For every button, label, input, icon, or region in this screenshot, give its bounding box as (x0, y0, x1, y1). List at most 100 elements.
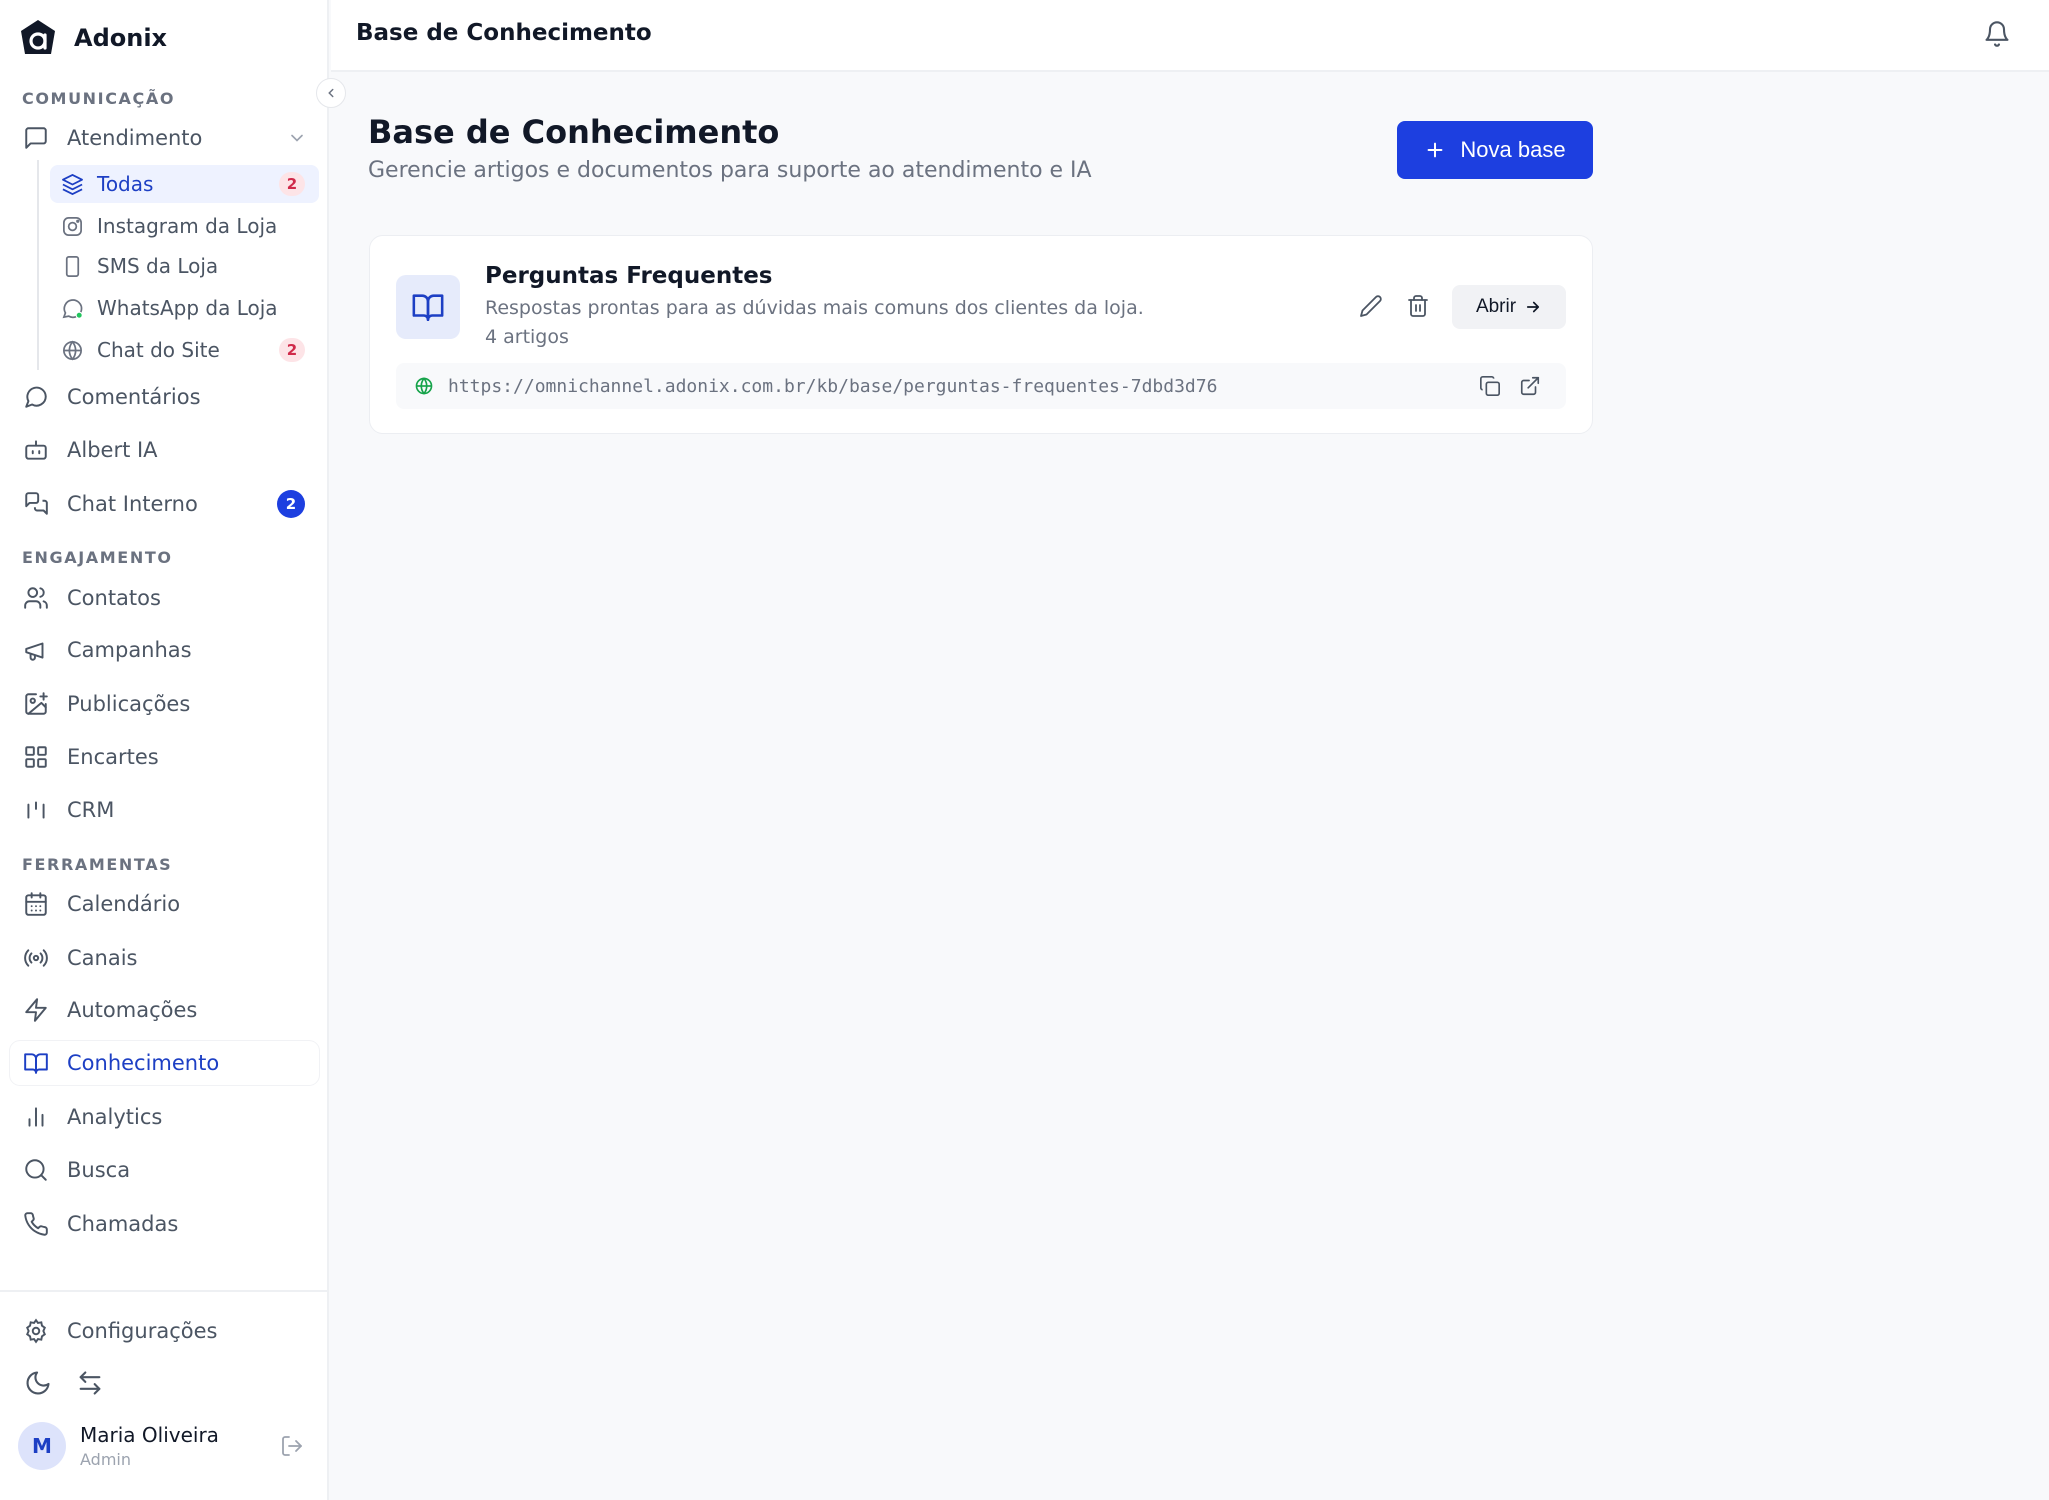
sidebar-item-label: Conhecimento (67, 1051, 220, 1075)
sidebar-item-label: Contatos (67, 586, 161, 610)
sidebar-item-contatos[interactable]: Contatos (10, 576, 319, 620)
sidebar-item-label: Albert IA (67, 438, 158, 462)
sidebar-subitem-label: Instagram da Loja (97, 214, 278, 238)
new-base-label: Nova base (1460, 137, 1566, 162)
copy-icon[interactable] (1479, 375, 1501, 397)
plus-icon (1427, 142, 1443, 158)
sidebar-item-busca[interactable]: Busca (10, 1148, 319, 1192)
sidebar-item-label: Busca (67, 1158, 131, 1182)
sidebar-item-atendimento[interactable]: Atendimento (10, 116, 319, 160)
user-role: Admin (80, 1450, 131, 1469)
top-bar: Base de Conhecimento (331, 0, 2049, 72)
sidebar-item-label: Comentários (67, 385, 201, 409)
public-url-text[interactable]: https://omnichannel.adonix.com.br/kb/bas… (448, 376, 1217, 397)
sidebar-item-label: Canais (67, 946, 138, 970)
grid-icon (25, 746, 47, 768)
globe-icon (415, 377, 433, 395)
user-name: Maria Oliveira (80, 1423, 219, 1447)
pencil-icon (1360, 295, 1382, 317)
logout-icon[interactable] (280, 1434, 304, 1458)
calendar-icon (25, 892, 47, 916)
sidebar-divider (0, 1290, 329, 1292)
header-title: Base de Conhecimento (356, 20, 652, 46)
sidebar-subitem-whatsapp[interactable]: WhatsApp da Loja (50, 289, 319, 327)
sidebar-item-label: Atendimento (67, 126, 203, 150)
sidebar-item-albert-ia[interactable]: Albert IA (10, 428, 319, 472)
sidebar-subitem-label: WhatsApp da Loja (97, 296, 278, 320)
sidebar-item-automacoes[interactable]: Automações (10, 988, 319, 1032)
sidebar-subitem-instagram[interactable]: Instagram da Loja (50, 207, 319, 245)
sidebar-subitem-label: Todas (97, 172, 154, 196)
sidebar-item-label: Campanhas (67, 638, 192, 662)
brand[interactable]: Adonix (18, 18, 167, 58)
zap-icon (25, 998, 47, 1022)
chevron-down-icon[interactable] (287, 128, 307, 148)
section-label-comunicacao: COMUNICAÇÃO (22, 89, 176, 108)
unread-badge: 2 (279, 172, 305, 196)
sidebar-item-conhecimento[interactable]: Conhecimento (10, 1041, 319, 1085)
gear-icon (26, 1318, 46, 1344)
image-plus-icon (25, 692, 48, 715)
section-label-ferramentas: FERRAMENTAS (22, 855, 173, 874)
sidebar-item-label: Analytics (67, 1105, 163, 1129)
whatsapp-icon (62, 298, 83, 319)
bar-chart-icon (28, 1107, 44, 1127)
adonix-logo-icon (21, 20, 55, 54)
sidebar-item-configuracoes[interactable]: Configurações (10, 1309, 319, 1353)
messages-square-icon (25, 492, 48, 515)
sidebar-item-label: Calendário (67, 892, 181, 916)
megaphone-icon (25, 642, 44, 661)
base-title: Perguntas Frequentes (485, 263, 773, 289)
section-label-engajamento: ENGAJAMENTO (22, 548, 173, 567)
subnav-guide-line (37, 160, 39, 370)
sidebar-item-campanhas[interactable]: Campanhas (10, 628, 319, 672)
sidebar-item-label: Encartes (67, 745, 159, 769)
sidebar-item-label: Publicações (67, 692, 191, 716)
sidebar-item-label: Chat Interno (67, 492, 198, 516)
moon-icon[interactable] (24, 1369, 52, 1397)
avatar: M (18, 1422, 66, 1470)
kanban-icon (27, 801, 45, 819)
sidebar-subitem-sms[interactable]: SMS da Loja (50, 247, 319, 285)
knowledge-base-card: Perguntas Frequentes Respostas prontas p… (369, 235, 1593, 434)
open-label: Abrir (1475, 296, 1517, 317)
base-description: Respostas prontas para as dúvidas mais c… (485, 297, 1144, 319)
delete-button[interactable] (1403, 291, 1433, 321)
book-open-icon (24, 1053, 48, 1074)
page-title: Base de Conhecimento (368, 113, 780, 151)
users-icon (24, 587, 48, 609)
bell-icon[interactable] (1983, 20, 2011, 48)
arrow-right-icon (1526, 301, 1540, 313)
sidebar-item-chat-interno[interactable]: Chat Interno 2 (10, 482, 319, 526)
unread-badge: 2 (277, 490, 305, 518)
base-icon-box (396, 275, 460, 339)
sidebar-subitem-chat-site[interactable]: Chat do Site 2 (50, 331, 319, 369)
sidebar-subitem-label: Chat do Site (97, 338, 220, 362)
edit-button[interactable] (1356, 291, 1386, 321)
sidebar-item-label: Chamadas (67, 1212, 179, 1236)
radio-icon (24, 949, 48, 967)
sidebar-item-calendario[interactable]: Calendário (10, 882, 319, 926)
sidebar-item-chamadas[interactable]: Chamadas (10, 1202, 319, 1246)
sidebar-item-label: Configurações (67, 1319, 218, 1343)
new-base-button[interactable]: Nova base (1397, 121, 1593, 179)
arrow-left-right-icon[interactable] (76, 1369, 104, 1397)
smartphone-icon (65, 255, 80, 277)
sidebar-item-comentarios[interactable]: Comentários (10, 375, 319, 419)
message-square-icon (25, 127, 47, 149)
sidebar-item-canais[interactable]: Canais (10, 936, 319, 980)
collapse-sidebar-button[interactable] (316, 78, 346, 108)
sidebar-item-publicacoes[interactable]: Publicações (10, 682, 319, 726)
chevron-left-icon (328, 88, 334, 98)
sidebar-item-analytics[interactable]: Analytics (10, 1095, 319, 1139)
brand-name: Adonix (74, 24, 168, 52)
sidebar-subitem-todas[interactable]: Todas 2 (50, 165, 319, 203)
instagram-icon (63, 216, 82, 236)
sidebar-item-encartes[interactable]: Encartes (10, 735, 319, 779)
sidebar: Adonix COMUNICAÇÃO Atendimento Todas 2 I… (0, 0, 329, 1500)
user-profile[interactable]: M Maria Oliveira Admin (18, 1422, 219, 1470)
open-base-button[interactable]: Abrir (1452, 285, 1566, 329)
external-link-icon[interactable] (1519, 375, 1541, 397)
sidebar-item-crm[interactable]: CRM (10, 788, 319, 832)
phone-icon (24, 1212, 48, 1236)
